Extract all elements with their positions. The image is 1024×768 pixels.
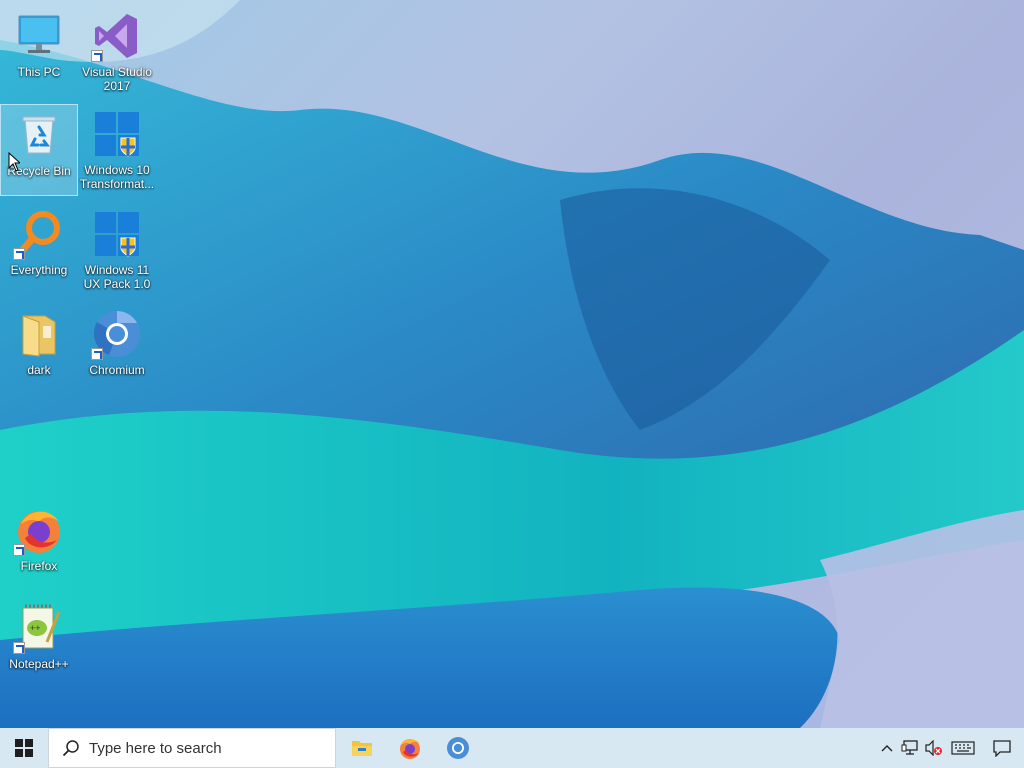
desktop-icon-label: dark xyxy=(27,363,51,377)
desktop-icon-label: Windows 11 UX Pack 1.0 xyxy=(83,263,151,291)
windows-logo-icon xyxy=(91,208,143,260)
shortcut-arrow-icon xyxy=(13,248,25,260)
desktop-icon-chromium[interactable]: Chromium xyxy=(78,304,156,396)
input-indicator-button[interactable] xyxy=(946,728,980,768)
desktop-icon-label: This PC xyxy=(17,65,61,79)
desktop-icon-dark-folder[interactable]: dark xyxy=(0,304,78,396)
folder-icon xyxy=(13,308,65,360)
taskbar xyxy=(0,728,1024,768)
file-explorer-icon xyxy=(352,741,372,756)
svg-text:++: ++ xyxy=(30,623,41,633)
notepad-plus-plus-icon: ++ xyxy=(13,602,65,654)
desktop-icon-visual-studio[interactable]: Visual Studio 2017 xyxy=(78,6,156,98)
shortcut-arrow-icon xyxy=(91,348,103,360)
search-input[interactable] xyxy=(89,739,319,757)
taskbar-app-file-explorer[interactable] xyxy=(338,728,386,768)
desktop-icon-label: Everything xyxy=(10,263,68,277)
network-button[interactable] xyxy=(898,728,922,768)
shortcut-arrow-icon xyxy=(13,544,25,556)
shortcut-arrow-icon xyxy=(13,642,25,654)
shortcut-arrow-icon xyxy=(91,50,103,62)
taskbar-search-box[interactable] xyxy=(48,728,336,768)
keyboard-icon xyxy=(951,741,975,755)
magnifier-icon xyxy=(13,208,65,260)
desktop-icon-windows-11-ux-pack[interactable]: Windows 11 UX Pack 1.0 xyxy=(78,204,156,296)
desktop-icon-everything[interactable]: Everything xyxy=(0,204,78,296)
recycle-bin-icon xyxy=(13,109,65,161)
desktop-icon-this-pc[interactable]: This PC xyxy=(0,6,78,98)
chromium-icon xyxy=(447,737,469,759)
start-button[interactable] xyxy=(0,728,48,768)
chevron-up-icon xyxy=(881,745,893,752)
taskbar-app-firefox[interactable] xyxy=(386,728,434,768)
monitor-icon xyxy=(13,10,65,62)
visual-studio-icon xyxy=(91,10,143,62)
desktop-icon-notepad-plus-plus[interactable]: ++ Notepad++ xyxy=(0,598,78,690)
volume-muted-icon xyxy=(925,740,942,756)
desktop-icon-label: Firefox xyxy=(20,559,58,573)
show-hidden-icons-button[interactable] xyxy=(876,728,898,768)
chromium-icon xyxy=(91,308,143,360)
desktop-icon-windows-10-transformation[interactable]: Windows 10 Transformat... xyxy=(78,104,156,196)
windows-logo-icon xyxy=(91,108,143,160)
network-icon xyxy=(901,740,918,755)
search-icon xyxy=(62,740,79,757)
action-center-button[interactable] xyxy=(980,728,1024,768)
mouse-cursor-icon xyxy=(8,151,22,172)
desktop-icon-label: Visual Studio 2017 xyxy=(82,65,152,93)
desktop-icon-label: Windows 10 Transformat... xyxy=(79,163,155,191)
action-center-icon xyxy=(993,740,1011,757)
system-tray xyxy=(876,728,1024,768)
desktop-icon-recycle-bin[interactable]: Recycle Bin xyxy=(0,104,78,196)
volume-button[interactable] xyxy=(922,728,946,768)
windows-start-icon xyxy=(15,739,33,757)
desktop-icon-label: Chromium xyxy=(89,363,145,377)
desktop-icon-firefox[interactable]: Firefox xyxy=(0,500,78,592)
desktop-icon-label: Notepad++ xyxy=(9,657,69,671)
firefox-icon xyxy=(400,739,420,759)
firefox-icon xyxy=(13,504,65,556)
taskbar-app-chromium[interactable] xyxy=(434,728,482,768)
